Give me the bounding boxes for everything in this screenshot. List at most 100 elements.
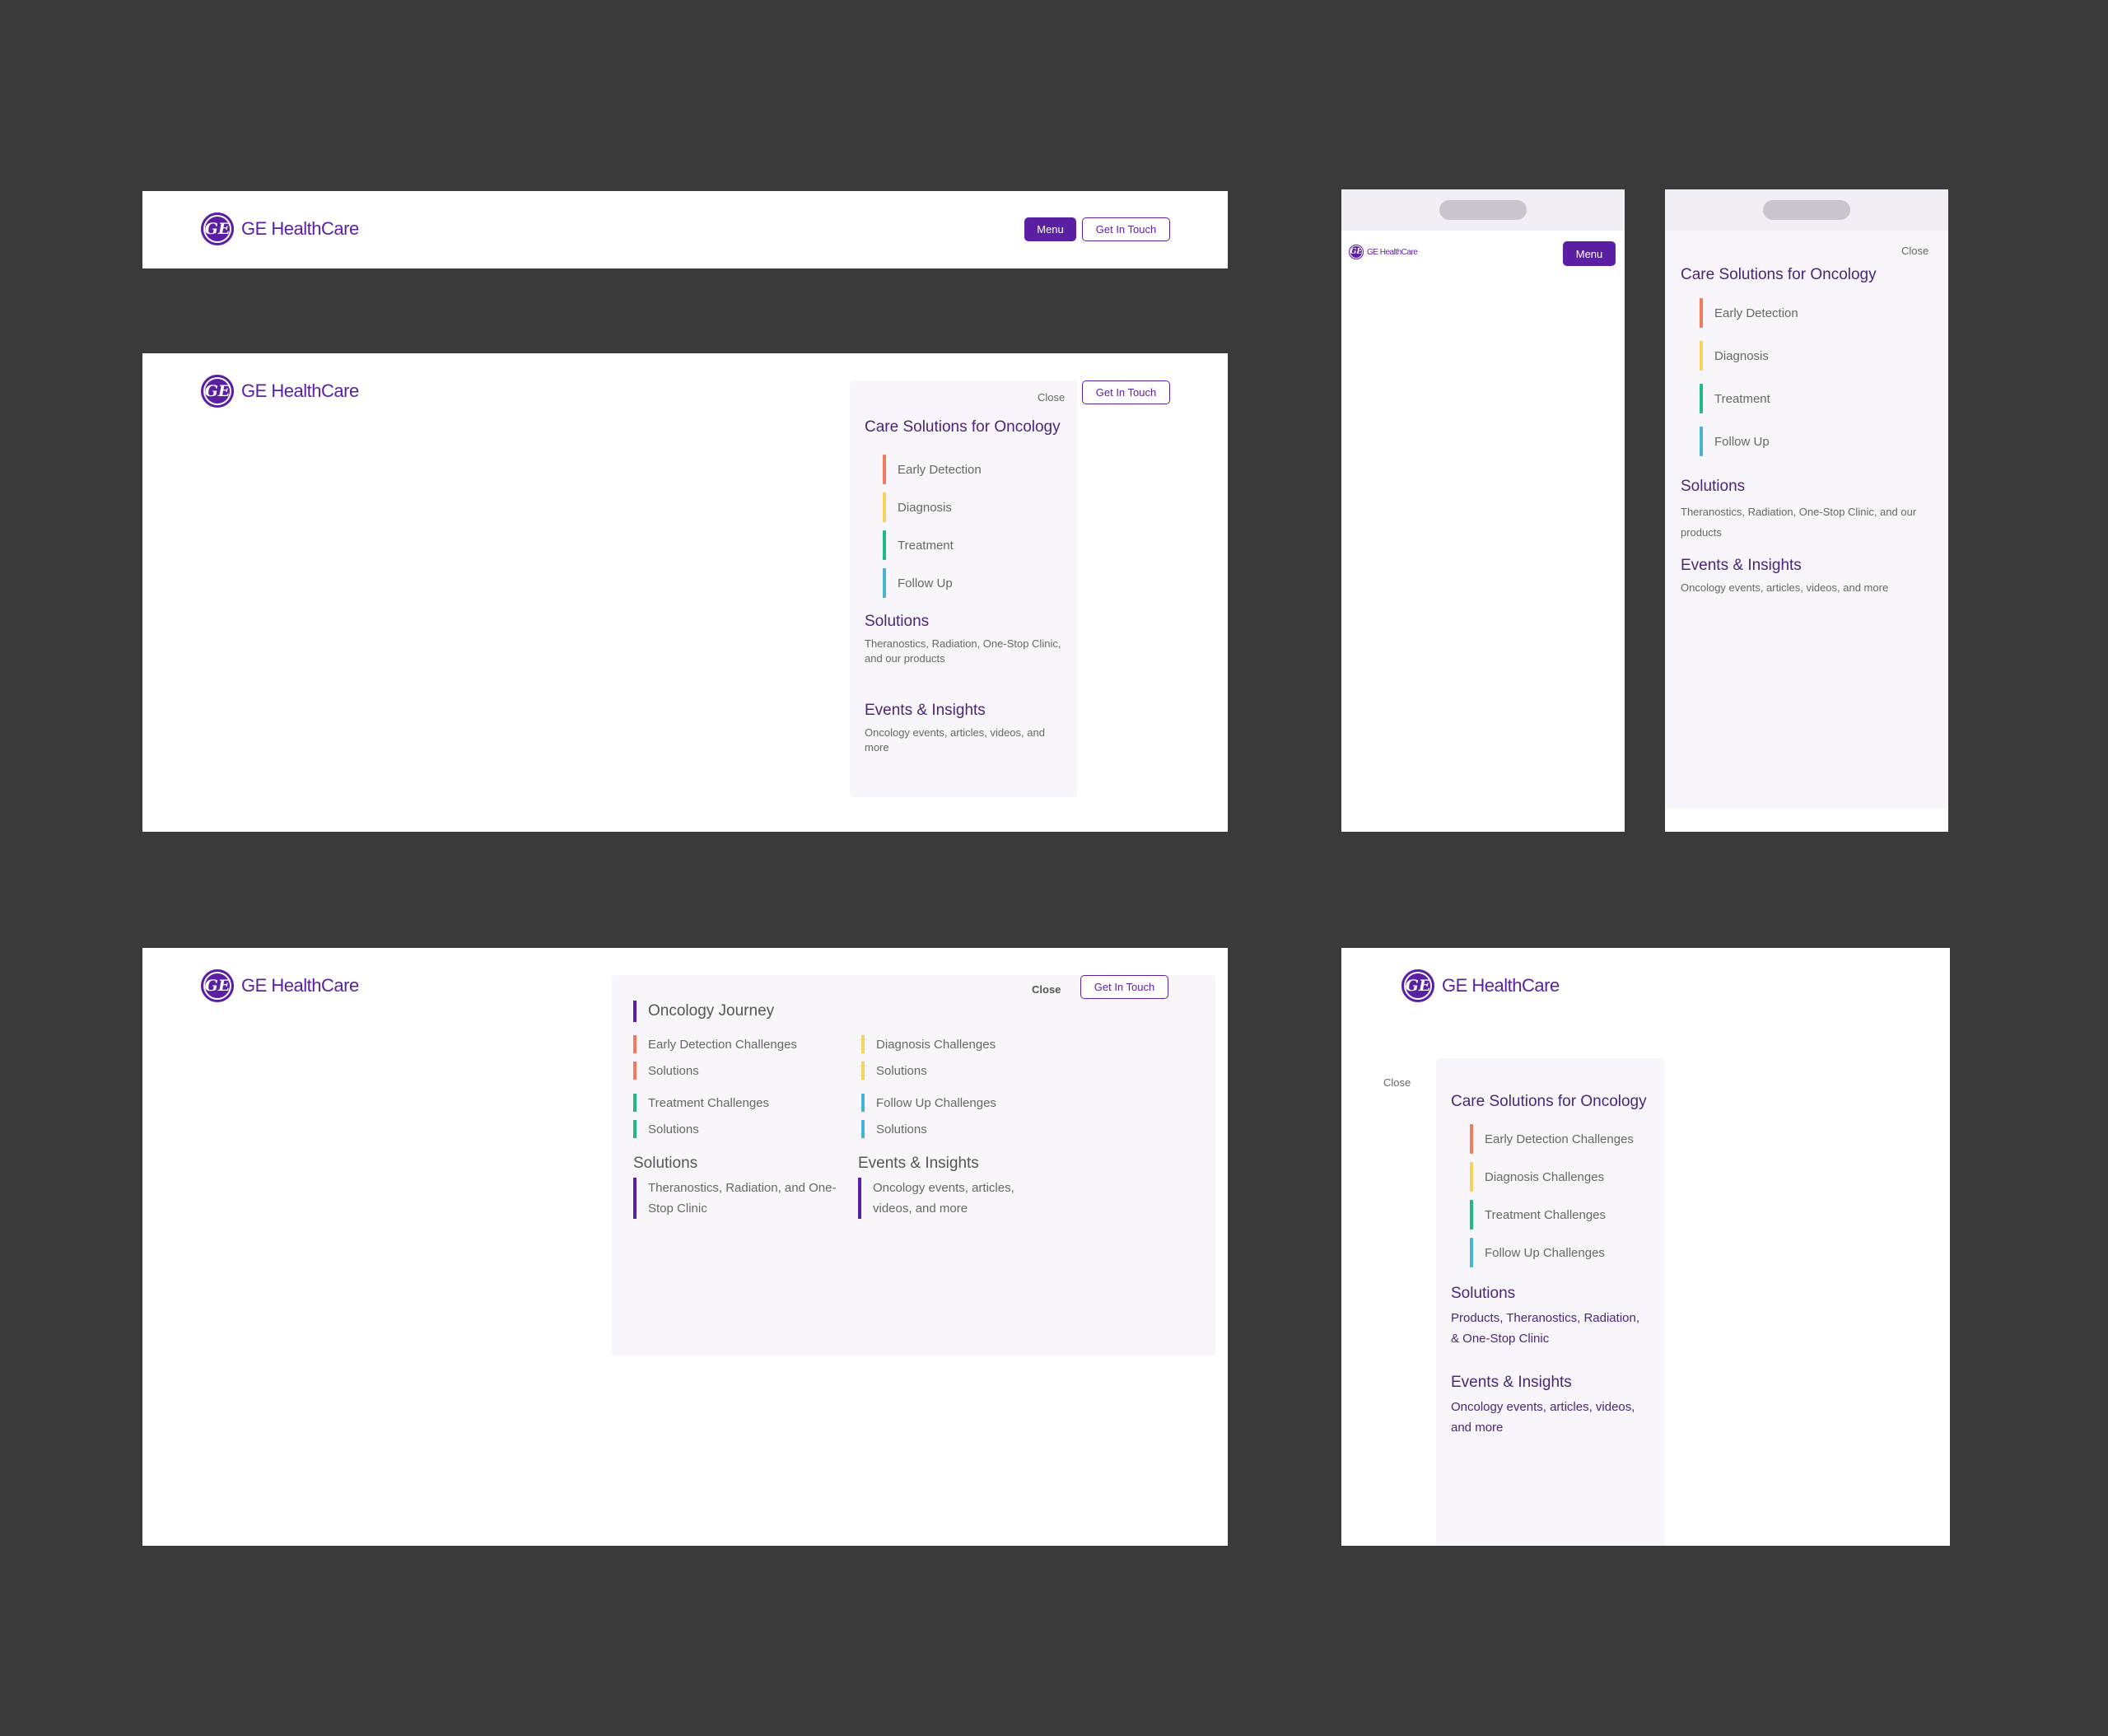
ge-monogram-icon: GE bbox=[1349, 245, 1364, 259]
journey-color-bar bbox=[883, 455, 886, 484]
menu-item-diagnosis[interactable]: Diagnosis bbox=[883, 492, 952, 522]
get-in-touch-button[interactable]: Get In Touch bbox=[1082, 217, 1170, 241]
close-button[interactable]: Close bbox=[1032, 983, 1061, 996]
brand-name: GE HealthCare bbox=[241, 380, 359, 401]
menu-item-label: Diagnosis bbox=[1714, 348, 1769, 363]
menu-item-label: Early Detection Challenges bbox=[648, 1037, 797, 1052]
mobile-header-collapsed: GE GE HealthCare Menu bbox=[1341, 189, 1625, 832]
desktop-mega-menu: GE GE HealthCare Close Oncology Journey … bbox=[142, 948, 1228, 1546]
section-bar bbox=[858, 1178, 861, 1219]
menu-button[interactable]: Menu bbox=[1024, 217, 1076, 241]
get-in-touch-button[interactable]: Get In Touch bbox=[1080, 975, 1168, 999]
brand-logo[interactable]: GE GE HealthCare bbox=[201, 375, 359, 408]
dropdown-panel: Close Care Solutions for Oncology Early … bbox=[850, 380, 1077, 797]
menu-item-follow-up-challenges[interactable]: Follow Up Challenges bbox=[861, 1094, 996, 1112]
menu-item-label: Early Detection bbox=[898, 462, 982, 477]
journey-color-bar bbox=[1470, 1238, 1473, 1267]
journey-color-bar bbox=[633, 1120, 637, 1138]
ge-monogram-icon: GE bbox=[201, 375, 234, 408]
events-heading[interactable]: Events & Insights bbox=[1681, 557, 1802, 575]
brand-logo[interactable]: GE GE HealthCare bbox=[1349, 245, 1418, 259]
menu-item-early-detection[interactable]: Early Detection bbox=[1700, 298, 1798, 328]
menu-item-diagnosis-challenges[interactable]: Diagnosis Challenges bbox=[1470, 1162, 1604, 1192]
menu-item-diagnosis-challenges[interactable]: Diagnosis Challenges bbox=[861, 1035, 996, 1053]
menu-item-diagnosis[interactable]: Diagnosis bbox=[1700, 341, 1769, 371]
menu-item-follow-up[interactable]: Follow Up bbox=[883, 568, 953, 598]
menu-item-diagnosis-solutions[interactable]: Solutions bbox=[861, 1062, 927, 1080]
menu-item-label: Treatment Challenges bbox=[1485, 1207, 1607, 1222]
menu-button[interactable]: Menu bbox=[1563, 241, 1616, 266]
solutions-description: Products, Theranostics, Radiation, & One… bbox=[1451, 1311, 1640, 1346]
menu-item-follow-up-solutions[interactable]: Solutions bbox=[861, 1120, 927, 1138]
brand-logo[interactable]: GE GE HealthCare bbox=[201, 212, 359, 245]
events-heading[interactable]: Events & Insights bbox=[1451, 1374, 1572, 1392]
journey-color-bar bbox=[861, 1120, 865, 1138]
solutions-heading[interactable]: Solutions bbox=[633, 1155, 697, 1173]
journey-color-bar bbox=[1470, 1200, 1473, 1230]
events-description: Oncology events, articles, videos, and m… bbox=[1451, 1400, 1635, 1435]
journey-color-bar bbox=[633, 1062, 637, 1080]
solutions-heading[interactable]: Solutions bbox=[865, 613, 929, 631]
menu-item-label: Solutions bbox=[876, 1063, 927, 1078]
brand-name: GE HealthCare bbox=[1442, 975, 1560, 996]
mobile-menu-open: Close Care Solutions for Oncology Early … bbox=[1665, 189, 1948, 832]
menu-item-label: Solutions bbox=[876, 1122, 927, 1136]
menu-item-early-detection-solutions[interactable]: Solutions bbox=[633, 1062, 699, 1080]
solutions-description: Theranostics, Radiation, One-Stop Clinic… bbox=[1681, 506, 1917, 539]
care-solutions-heading[interactable]: Care Solutions for Oncology bbox=[1451, 1093, 1647, 1111]
events-description: Oncology events, articles, videos, and m… bbox=[1681, 581, 1889, 594]
events-heading[interactable]: Events & Insights bbox=[858, 1155, 979, 1173]
brand-name: GE HealthCare bbox=[241, 975, 359, 996]
journey-color-bar bbox=[1470, 1162, 1473, 1192]
menu-item-early-detection[interactable]: Early Detection bbox=[883, 455, 982, 484]
menu-item-treatment-challenges[interactable]: Treatment Challenges bbox=[633, 1094, 769, 1112]
journey-color-bar bbox=[633, 1035, 637, 1053]
menu-item-treatment[interactable]: Treatment bbox=[1700, 384, 1770, 413]
menu-item-follow-up[interactable]: Follow Up bbox=[1700, 427, 1770, 456]
journey-color-bar bbox=[1700, 384, 1703, 413]
solutions-heading[interactable]: Solutions bbox=[1681, 478, 1745, 496]
solutions-description[interactable]: Theranostics, Radiation, and One-Stop Cl… bbox=[633, 1178, 839, 1219]
desktop-menu-dropdown: GE GE HealthCare Close Care Solutions fo… bbox=[142, 353, 1228, 832]
menu-item-label: Solutions bbox=[648, 1122, 699, 1136]
ge-monogram-icon: GE bbox=[201, 969, 234, 1002]
events-description[interactable]: Oncology events, articles, videos, and m… bbox=[858, 1178, 1047, 1219]
menu-item-label: Diagnosis Challenges bbox=[876, 1037, 996, 1052]
journey-color-bar bbox=[1700, 298, 1703, 328]
mega-menu-panel: Close Oncology Journey Early Detection C… bbox=[612, 975, 1215, 1356]
journey-color-bar bbox=[883, 492, 886, 522]
oncology-journey-label: Oncology Journey bbox=[648, 1002, 775, 1020]
journey-color-bar bbox=[861, 1035, 865, 1053]
menu-item-treatment-challenges[interactable]: Treatment Challenges bbox=[1470, 1200, 1606, 1230]
solutions-description: Theranostics, Radiation, One-Stop Clinic… bbox=[865, 637, 1061, 665]
journey-color-bar bbox=[1470, 1124, 1473, 1154]
menu-item-follow-up-challenges[interactable]: Follow Up Challenges bbox=[1470, 1238, 1605, 1267]
tablet-menu-open: GE GE HealthCare Close Care Solutions fo… bbox=[1341, 948, 1950, 1546]
care-solutions-heading[interactable]: Care Solutions for Oncology bbox=[1681, 266, 1877, 284]
tablet-menu-panel: Care Solutions for Oncology Early Detect… bbox=[1436, 1058, 1664, 1546]
menu-item-treatment-solutions[interactable]: Solutions bbox=[633, 1120, 699, 1138]
journey-color-bar bbox=[1700, 427, 1703, 456]
menu-item-label: Follow Up Challenges bbox=[1485, 1245, 1605, 1260]
get-in-touch-button[interactable]: Get In Touch bbox=[1082, 380, 1170, 404]
menu-item-early-detection-challenges[interactable]: Early Detection Challenges bbox=[633, 1035, 797, 1053]
close-button[interactable]: Close bbox=[1038, 391, 1065, 404]
close-button[interactable]: Close bbox=[1901, 245, 1928, 257]
menu-item-early-detection-challenges[interactable]: Early Detection Challenges bbox=[1470, 1124, 1634, 1154]
menu-item-label: Treatment Challenges bbox=[648, 1095, 770, 1110]
menu-item-label: Early Detection bbox=[1714, 306, 1798, 320]
menu-item-label: Treatment bbox=[1714, 391, 1770, 406]
brand-logo[interactable]: GE GE HealthCare bbox=[1401, 969, 1560, 1002]
brand-name: GE HealthCare bbox=[241, 218, 359, 239]
solutions-heading[interactable]: Solutions bbox=[1451, 1285, 1515, 1303]
events-heading[interactable]: Events & Insights bbox=[865, 702, 986, 720]
brand-logo[interactable]: GE GE HealthCare bbox=[201, 969, 359, 1002]
care-solutions-heading[interactable]: Care Solutions for Oncology bbox=[865, 418, 1061, 436]
journey-color-bar bbox=[1700, 341, 1703, 371]
phone-notch bbox=[1763, 200, 1850, 220]
menu-item-treatment[interactable]: Treatment bbox=[883, 530, 954, 560]
close-button[interactable]: Close bbox=[1383, 1076, 1411, 1089]
events-description-text: Oncology events, articles, videos, and m… bbox=[873, 1181, 1014, 1216]
oncology-journey-heading[interactable]: Oncology Journey bbox=[633, 1001, 774, 1022]
menu-item-label: Follow Up bbox=[1714, 434, 1770, 449]
